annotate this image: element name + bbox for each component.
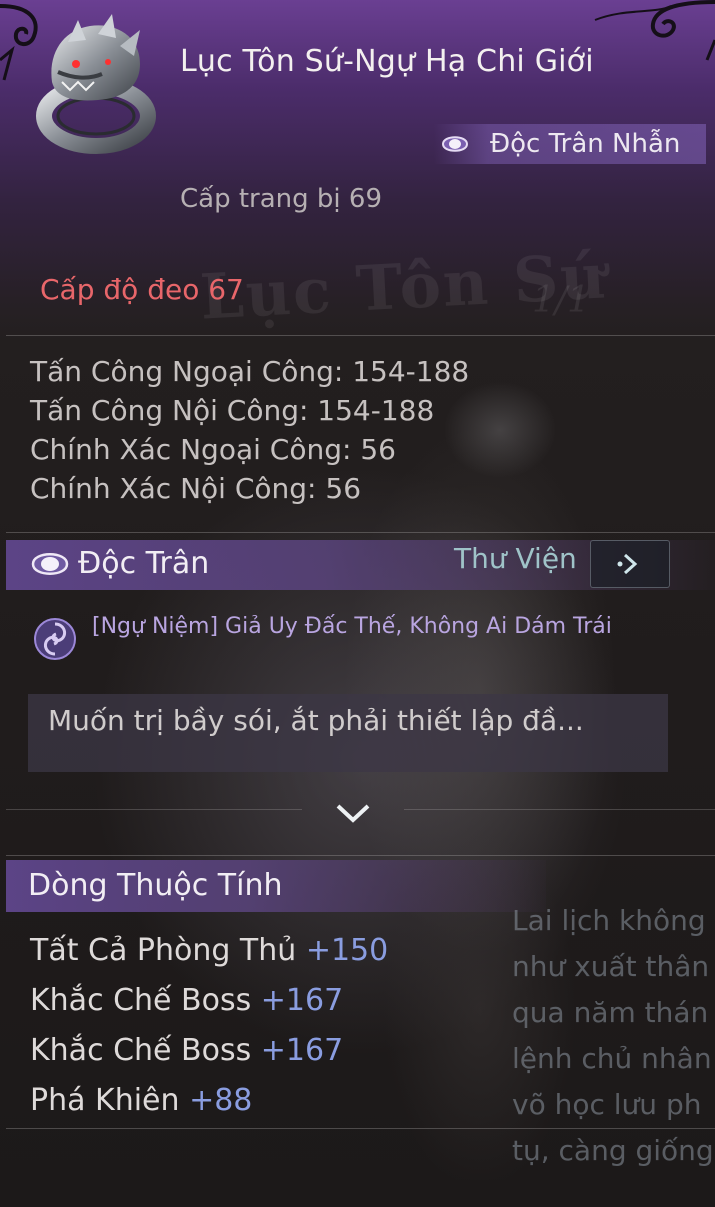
- stat-line: Tấn Công Nội Công: 154-188: [30, 394, 435, 427]
- stat-line: Tấn Công Ngoại Công: 154-188: [30, 355, 470, 388]
- attribute-value: +150: [305, 933, 389, 968]
- base-stats-list: Tấn Công Ngoại Công: 154-188 Tấn Công Nộ…: [30, 352, 469, 508]
- attribute-row: Tất Cả Phòng Thủ +150: [30, 926, 388, 976]
- lore-line: lệnh chủ nhân: [512, 1042, 712, 1075]
- lore-line: Lai lịch không: [512, 904, 706, 937]
- divider: [6, 809, 302, 810]
- lore-line: võ học lưu ph: [512, 1088, 702, 1121]
- attributes-section-header: Dòng Thuộc Tính: [6, 860, 546, 912]
- attribute-name: Khắc Chế Boss: [30, 983, 252, 1018]
- attribute-value: +88: [189, 1083, 253, 1118]
- item-name: Lục Tôn Sứ-Ngự Hạ Chi Giới: [180, 44, 594, 79]
- lore-text: Lai lịch không như xuất thân qua năm thá…: [512, 898, 715, 1174]
- item-type-badge: Độc Trân Nhẫn: [434, 124, 706, 164]
- attribute-value: +167: [260, 1033, 344, 1068]
- wear-level: Cấp độ đeo 67: [40, 273, 244, 306]
- arrow-right-icon: [617, 553, 638, 575]
- lore-line: như xuất thân: [512, 950, 710, 983]
- library-button[interactable]: [590, 540, 670, 588]
- divider: [6, 335, 715, 336]
- library-link[interactable]: Thư Viện: [454, 542, 577, 575]
- skill-name: [Ngự Niệm] Giả Uy Đấc Thế, Không Ai Dám …: [92, 614, 612, 639]
- stat-line: Chính Xác Nội Công: 56: [30, 472, 362, 505]
- attributes-list: Tất Cả Phòng Thủ +150 Khắc Chế Boss +167…: [30, 926, 388, 1126]
- item-tooltip-panel: Lục Tôn Sứ 1/1 Lục Tôn Sứ-Ngự Hạ Chi Giớ…: [0, 0, 715, 1207]
- description-box: Muốn trị bầy sói, ắt phải thiết lập đầ..…: [28, 694, 668, 772]
- lore-line: tụ, càng giống: [512, 1134, 714, 1167]
- equip-level: Cấp trang bị 69: [180, 184, 382, 214]
- expand-chevron-icon[interactable]: [330, 796, 376, 830]
- attribute-value: +167: [260, 983, 344, 1018]
- doc-tran-title: Độc Trân: [78, 546, 210, 581]
- wolf-ring-icon: [36, 14, 156, 154]
- item-type-label: Độc Trân Nhẫn: [490, 129, 681, 159]
- description-text: Muốn trị bầy sói, ắt phải thiết lập đầ..…: [48, 704, 584, 737]
- swirl-skill-icon: [34, 618, 76, 660]
- attributes-title: Dòng Thuộc Tính: [28, 868, 283, 903]
- attribute-row: Khắc Chế Boss +167: [30, 1026, 388, 1076]
- attribute-row: Khắc Chế Boss +167: [30, 976, 388, 1026]
- attribute-name: Phá Khiên: [30, 1083, 180, 1118]
- pearl-icon: [31, 553, 69, 575]
- watermark-count: 1/1: [532, 280, 590, 321]
- divider: [6, 532, 715, 533]
- attribute-name: Khắc Chế Boss: [30, 1033, 252, 1068]
- divider: [6, 855, 715, 856]
- stat-line: Chính Xác Ngoại Công: 56: [30, 433, 396, 466]
- attribute-name: Tất Cả Phòng Thủ: [30, 933, 297, 968]
- lore-line: qua năm thán: [512, 996, 709, 1029]
- divider: [404, 809, 715, 810]
- divider: [6, 1128, 715, 1129]
- attribute-row: Phá Khiên +88: [30, 1076, 388, 1126]
- pearl-icon: [441, 136, 469, 152]
